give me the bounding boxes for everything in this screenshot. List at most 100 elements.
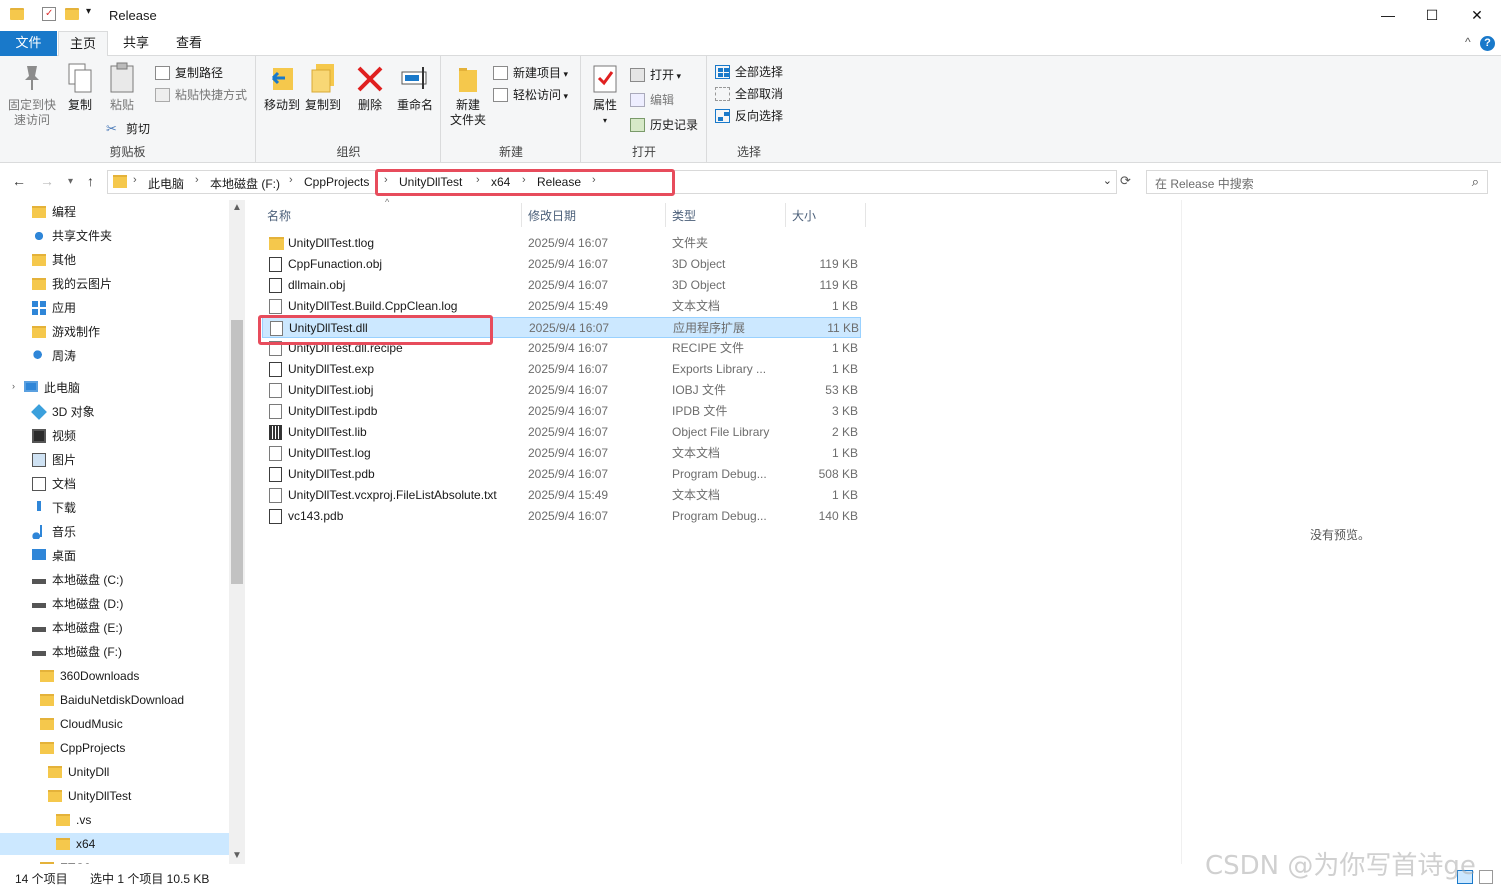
paste-shortcut-button[interactable]: 粘贴快捷方式 bbox=[155, 85, 247, 105]
address-bar[interactable]: › 此电脑 › 本地磁盘 (F:) › CppProjects › UnityD… bbox=[107, 170, 1117, 194]
select-none-button[interactable]: 全部取消 bbox=[715, 84, 783, 104]
recent-locations-icon[interactable]: ▾ bbox=[68, 176, 73, 187]
breadcrumb-item[interactable]: UnityDllTest bbox=[399, 175, 462, 189]
file-row[interactable]: dllmain.obj 2025/9/4 16:07 3D Object 119 KB bbox=[262, 275, 861, 296]
large-icons-view-icon[interactable] bbox=[1479, 870, 1493, 884]
new-folder-quick-icon[interactable] bbox=[65, 8, 79, 20]
file-row[interactable]: UnityDllTest.dll 2025/9/4 16:07 应用程序扩展 11 K… bbox=[262, 317, 861, 338]
file-row[interactable]: UnityDllTest.exp 2025/9/4 16:07 Exports Li… bbox=[262, 359, 861, 380]
file-row[interactable]: UnityDllTest.lib 2025/9/4 16:07 Object Fil… bbox=[262, 422, 861, 443]
expand-chevron-icon[interactable]: › bbox=[12, 381, 15, 391]
select-all-button[interactable]: 全部选择 bbox=[715, 62, 783, 82]
file-row[interactable]: UnityDllTest.ipdb 2025/9/4 16:07 IPDB 文件 3 … bbox=[262, 401, 861, 422]
column-divider[interactable] bbox=[521, 203, 522, 227]
copy-to-button[interactable]: 复制到 bbox=[303, 62, 343, 113]
edit-button[interactable]: 编辑 bbox=[630, 90, 674, 110]
column-divider[interactable] bbox=[785, 203, 786, 227]
chevron-right-icon[interactable]: › bbox=[195, 174, 199, 186]
nav-item-label: BaiduNetdiskDownload bbox=[60, 693, 185, 707]
nav-scrollbar[interactable]: ▲ ▼ bbox=[229, 200, 245, 864]
file-row[interactable]: UnityDllTest.Build.CppClean.log 2025/9/4 … bbox=[262, 296, 861, 317]
folder-icon bbox=[32, 206, 46, 218]
customize-quick-access-icon[interactable]: ▾ bbox=[86, 6, 91, 17]
paste-button[interactable]: 粘贴 bbox=[104, 62, 140, 113]
back-arrow-icon[interactable]: ← bbox=[12, 173, 26, 189]
file-row[interactable]: UnityDllTest.log 2025/9/4 16:07 文本文档 1 KB bbox=[262, 443, 861, 464]
address-history-dropdown-icon[interactable]: ⌄ bbox=[1103, 174, 1112, 187]
breadcrumb-item[interactable]: Release bbox=[537, 175, 581, 189]
rename-button[interactable]: 重命名 bbox=[393, 62, 437, 113]
copy-path-button[interactable]: 复制路径 bbox=[155, 63, 223, 83]
nav-item-label: x64 bbox=[76, 837, 96, 851]
sort-ascending-icon: ^ bbox=[385, 197, 390, 207]
tab-home[interactable]: 主页 bbox=[58, 31, 108, 57]
open-button[interactable]: 打开 ▾ bbox=[630, 65, 681, 85]
copy-path-label: 复制路径 bbox=[175, 66, 224, 80]
collapse-ribbon-icon[interactable]: ^ bbox=[1465, 35, 1471, 49]
chevron-right-icon[interactable]: › bbox=[476, 174, 480, 186]
history-button[interactable]: 历史记录 bbox=[630, 115, 698, 135]
invert-selection-button[interactable]: 反向选择 bbox=[715, 106, 783, 126]
column-header-name[interactable]: 名称 bbox=[267, 207, 291, 224]
column-header-type[interactable]: 类型 bbox=[672, 207, 696, 224]
chevron-right-icon[interactable]: › bbox=[522, 174, 526, 186]
column-divider[interactable] bbox=[865, 203, 866, 227]
open-icon bbox=[630, 68, 645, 82]
file-row[interactable]: UnityDllTest.pdb 2025/9/4 16:07 Program De… bbox=[262, 464, 861, 485]
refresh-icon[interactable]: ⟳ bbox=[1120, 173, 1131, 189]
forward-arrow-icon[interactable]: → bbox=[40, 173, 54, 189]
chevron-right-icon[interactable]: › bbox=[384, 174, 388, 186]
cut-button[interactable]: ✂ 剪切 bbox=[106, 119, 150, 139]
file-row[interactable]: UnityDllTest.iobj 2025/9/4 16:07 IOBJ 文件 53… bbox=[262, 380, 861, 401]
breadcrumb-item[interactable]: 本地磁盘 (F:) bbox=[210, 175, 280, 192]
breadcrumb-item[interactable]: 此电脑 bbox=[148, 175, 184, 192]
scroll-thumb[interactable] bbox=[231, 320, 243, 584]
file-size: 1 KB bbox=[831, 362, 858, 376]
rename-label: 重命名 bbox=[396, 98, 433, 112]
copy-button[interactable]: 复制 bbox=[62, 62, 98, 113]
scroll-up-icon[interactable]: ▲ bbox=[232, 202, 242, 213]
help-icon[interactable]: ? bbox=[1480, 36, 1495, 51]
nav-item-label: 共享文件夹 bbox=[52, 229, 113, 243]
tab-view[interactable]: 查看 bbox=[164, 31, 214, 56]
file-row[interactable]: CppFunaction.obj 2025/9/4 16:07 3D Object 1… bbox=[262, 254, 861, 275]
properties-quick-icon[interactable]: ✓ bbox=[42, 7, 56, 21]
properties-button[interactable]: 属性 ▾ bbox=[587, 62, 623, 128]
chevron-right-icon[interactable]: › bbox=[289, 174, 293, 186]
file-row[interactable]: UnityDllTest.vcxproj.FileListAbsolute.tx… bbox=[262, 485, 861, 506]
chevron-right-icon[interactable]: › bbox=[133, 174, 137, 186]
new-folder-button[interactable]: 新建 文件夹 bbox=[447, 62, 489, 128]
breadcrumb-item[interactable]: x64 bbox=[491, 175, 510, 189]
file-name: UnityDllTest.vcxproj.FileListAbsolute.tx… bbox=[288, 488, 497, 502]
chevron-right-icon[interactable]: › bbox=[592, 174, 596, 186]
tab-share[interactable]: 共享 bbox=[112, 31, 160, 56]
people-icon bbox=[32, 349, 46, 363]
new-item-button[interactable]: 新建项目 ▾ bbox=[493, 63, 568, 83]
column-divider[interactable] bbox=[665, 203, 666, 227]
new-folder-label-1: 新建 bbox=[455, 98, 480, 112]
file-row[interactable]: UnityDllTest.dll.recipe 2025/9/4 16:07 REC… bbox=[262, 338, 861, 359]
search-icon[interactable]: ⌕ bbox=[1472, 174, 1479, 190]
maximize-button[interactable]: ☐ bbox=[1420, 4, 1444, 26]
file-row[interactable]: vc143.pdb 2025/9/4 16:07 Program Debug... 1… bbox=[262, 506, 861, 527]
file-row[interactable]: UnityDllTest.tlog 2025/9/4 16:07 文件夹 bbox=[262, 233, 861, 254]
search-box[interactable]: 在 Release 中搜索 ⌕ bbox=[1146, 170, 1488, 194]
file-type: 文件夹 bbox=[672, 236, 709, 250]
move-to-button[interactable]: 移动到 bbox=[262, 62, 302, 113]
tab-file[interactable]: 文件 bbox=[0, 31, 57, 56]
easy-access-button[interactable]: 轻松访问 ▾ bbox=[493, 85, 568, 105]
minimize-button[interactable]: — bbox=[1376, 4, 1400, 26]
new-item-icon bbox=[493, 66, 508, 80]
breadcrumb-item[interactable]: CppProjects bbox=[304, 175, 369, 189]
file-size: 1 KB bbox=[831, 488, 858, 502]
picture-icon bbox=[32, 453, 46, 467]
folder-icon bbox=[48, 766, 62, 778]
pin-quick-access-button[interactable]: 固定到快 速访问 bbox=[6, 62, 58, 128]
scroll-down-icon[interactable]: ▼ bbox=[232, 850, 242, 861]
delete-button[interactable]: 删除 bbox=[354, 62, 386, 113]
object-file-icon bbox=[269, 278, 282, 293]
close-button[interactable]: ✕ bbox=[1465, 4, 1489, 26]
column-header-date[interactable]: 修改日期 bbox=[528, 207, 576, 224]
up-arrow-icon[interactable]: ↑ bbox=[87, 173, 94, 189]
column-header-size[interactable]: 大小 bbox=[792, 207, 816, 224]
